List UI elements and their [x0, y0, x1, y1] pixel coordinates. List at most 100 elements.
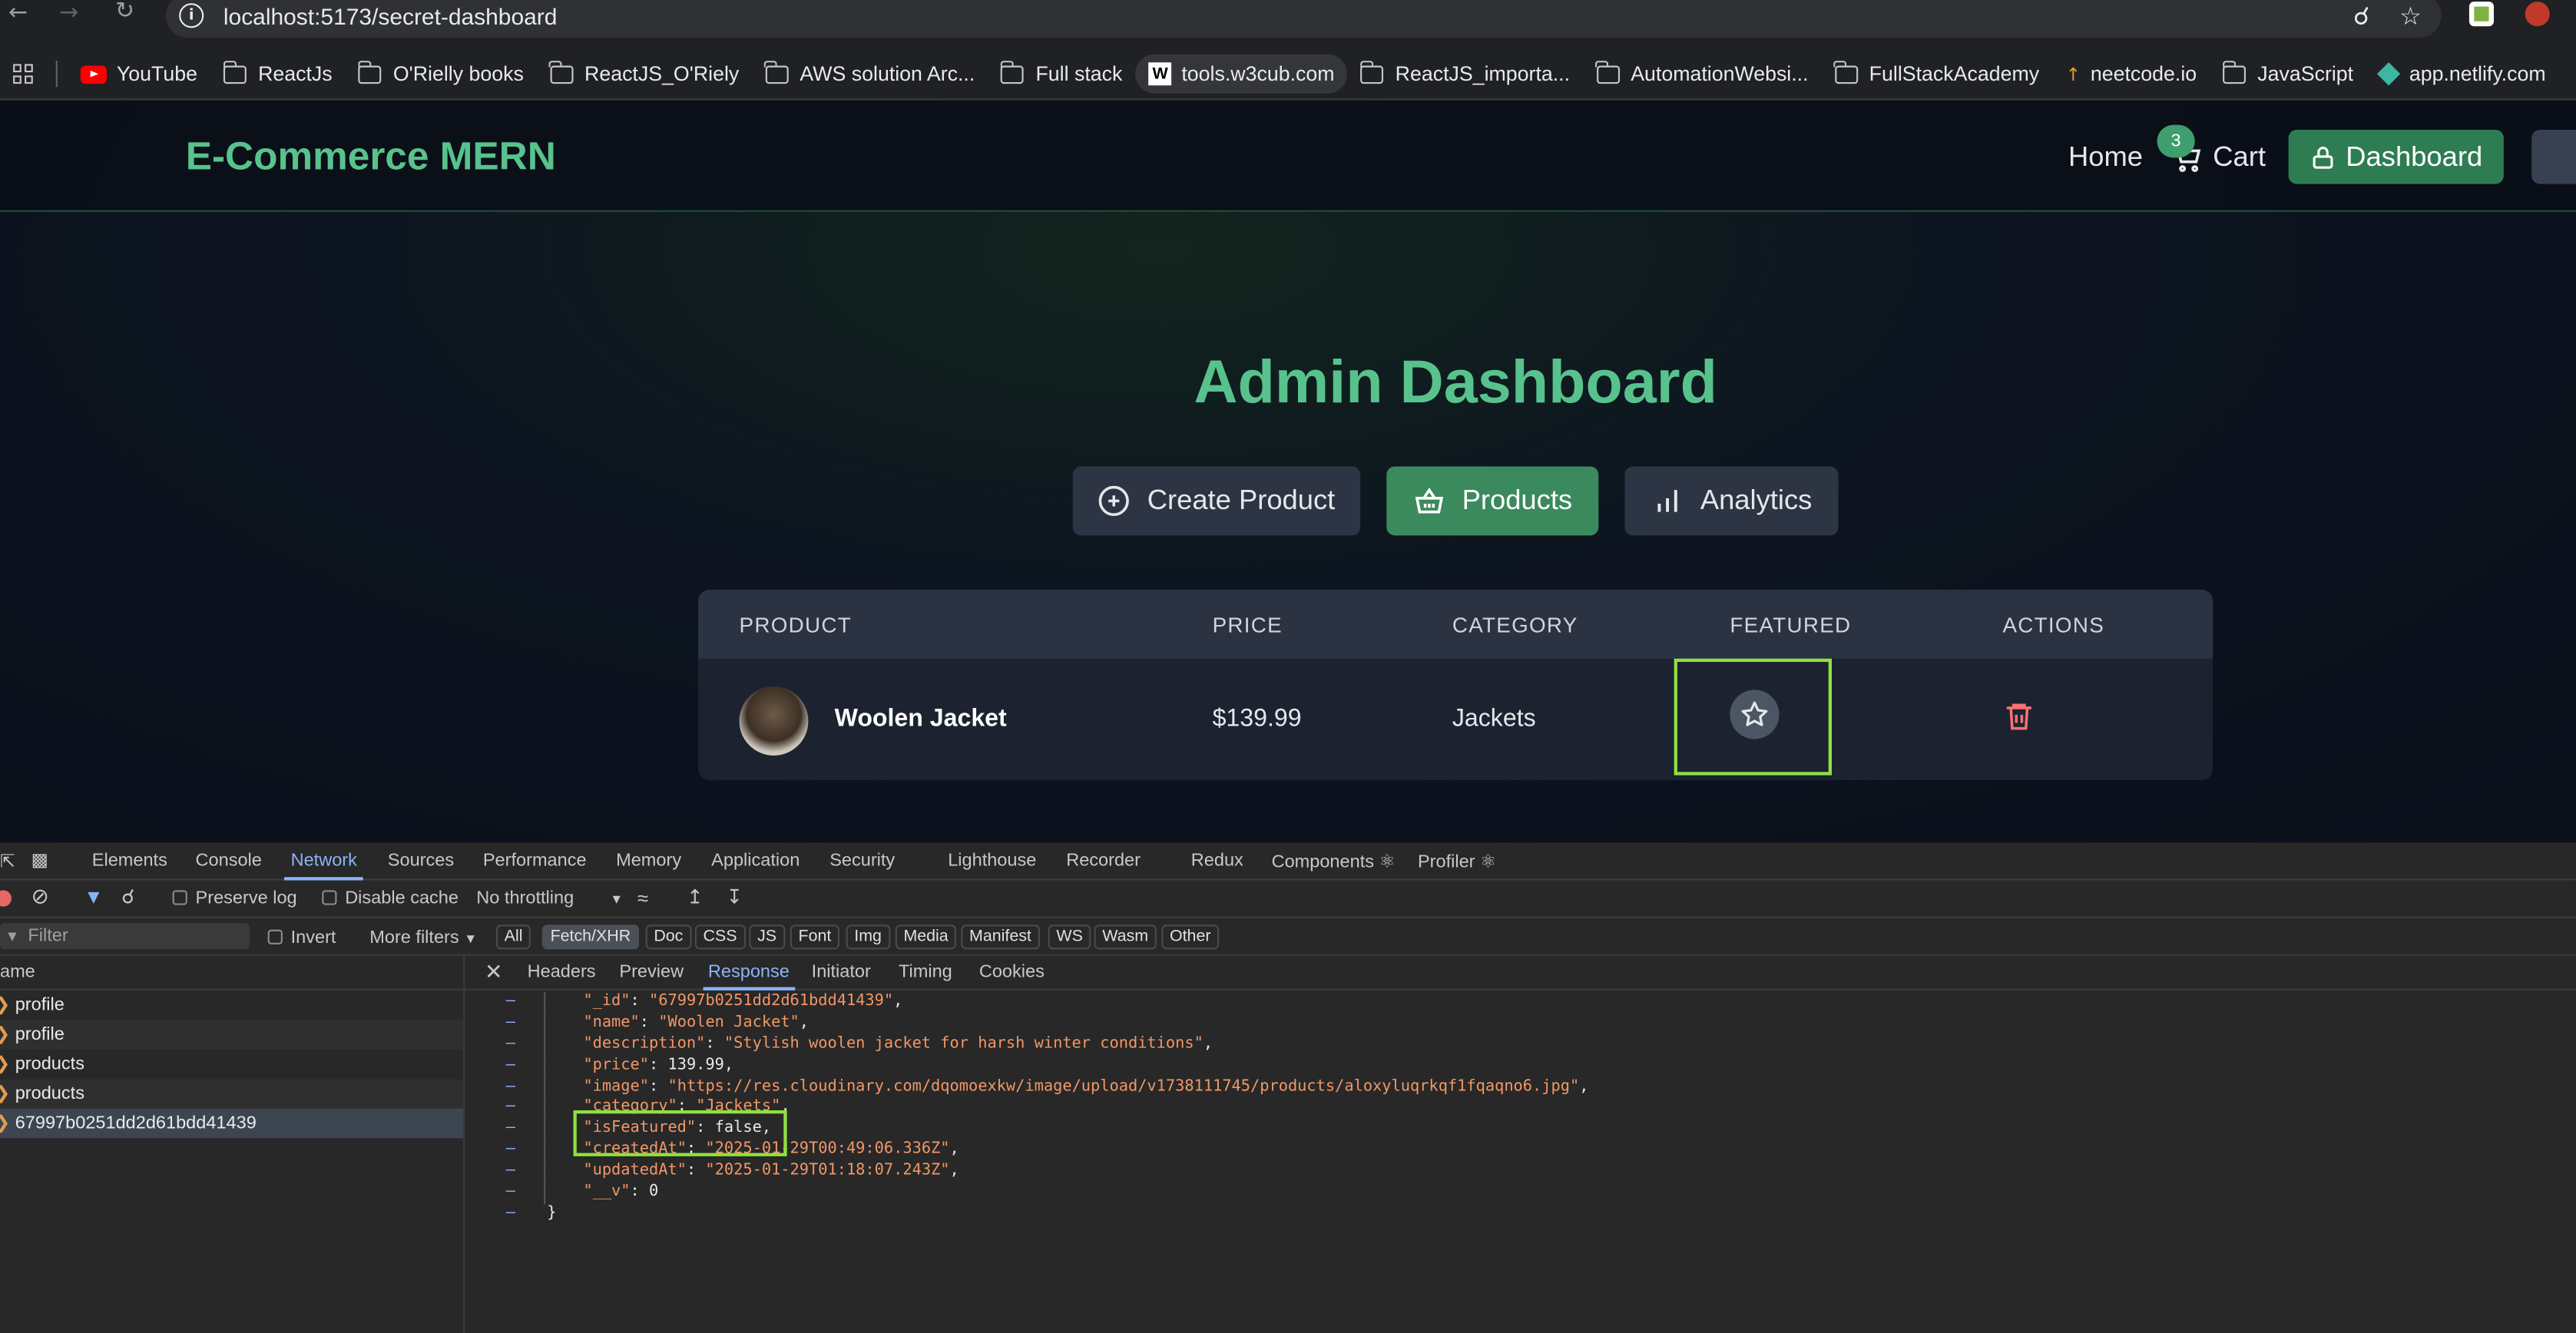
- filter-chip[interactable]: Wasm: [1094, 925, 1157, 950]
- dashboard-button[interactable]: Dashboard: [2288, 129, 2504, 184]
- bookmark-item[interactable]: FullStackAcademy: [1822, 55, 2053, 94]
- chevron-down-icon: ▼: [610, 891, 624, 907]
- bookmark-item[interactable]: ReactJS_O'Riely: [537, 55, 752, 94]
- devtools-tab[interactable]: Application: [711, 851, 800, 871]
- cart-count-badge: 3: [2157, 124, 2195, 158]
- bookmark-item[interactable]: ReactJs: [210, 55, 346, 94]
- throttling-select[interactable]: No throttling ▼: [476, 888, 623, 908]
- apps-grid-icon[interactable]: [13, 64, 33, 84]
- preserve-log-label: Preserve log: [195, 888, 297, 908]
- devtools-tab[interactable]: Security: [829, 851, 895, 871]
- detail-tab[interactable]: Response: [703, 962, 794, 991]
- devtools-tab[interactable]: Console: [196, 851, 262, 871]
- devtools-tab[interactable]: Profiler ⚛: [1418, 851, 1496, 872]
- request-row[interactable]: ❯products: [0, 1079, 464, 1109]
- device-toggle-icon[interactable]: ▩: [31, 849, 48, 871]
- indent-guide: [544, 1013, 546, 1035]
- site-info-icon[interactable]: i: [179, 3, 204, 28]
- brand-logo[interactable]: E-Commerce MERN: [186, 134, 556, 180]
- url-text[interactable]: localhost:5173/secret-dashboard: [223, 2, 558, 28]
- analytics-tab[interactable]: Analytics: [1624, 466, 1839, 536]
- detail-tab[interactable]: Headers: [528, 962, 596, 982]
- request-row[interactable]: ❯67997b0251dd2d61bdd41439: [0, 1108, 464, 1139]
- address-bar[interactable]: i localhost:5173/secret-dashboard ☌ ☆: [166, 0, 2442, 38]
- filter-chip[interactable]: Fetch/XHR: [541, 925, 639, 950]
- detail-tab[interactable]: Cookies: [979, 962, 1045, 982]
- zoom-icon[interactable]: ☌: [2353, 2, 2370, 31]
- devtools-tab[interactable]: Elements: [92, 851, 167, 871]
- devtools-tab[interactable]: Components ⚛: [1272, 851, 1396, 872]
- inspect-icon[interactable]: ⇱: [0, 851, 15, 872]
- bookmark-item[interactable]: Full stack: [988, 55, 1135, 94]
- products-tab[interactable]: Products: [1386, 466, 1599, 536]
- bookmark-item[interactable]: O'Rielly books: [346, 55, 537, 94]
- devtools-tab[interactable]: Recorder: [1066, 851, 1141, 871]
- detail-tab[interactable]: Preview: [619, 962, 684, 982]
- youtube-icon: [80, 64, 108, 84]
- bookmark-label: JavaScript: [2257, 62, 2354, 86]
- browser-toolbar: ← → ↻ i localhost:5173/secret-dashboard …: [0, 0, 2576, 50]
- request-row[interactable]: ❯products: [0, 1050, 463, 1080]
- filter-chip[interactable]: CSS: [694, 925, 746, 950]
- bookmark-item[interactable]: JavaScript: [2210, 55, 2366, 94]
- detail-tab[interactable]: Initiator: [812, 962, 871, 982]
- create-product-tab[interactable]: Create Product: [1072, 466, 1361, 536]
- bookmark-star-icon[interactable]: ☆: [2399, 2, 2422, 31]
- bookmark-item[interactable]: YouTube: [68, 55, 210, 94]
- filter-input[interactable]: ▼ Filter: [0, 923, 250, 950]
- reload-icon[interactable]: ↻: [107, 0, 143, 25]
- forward-icon[interactable]: →: [51, 0, 87, 26]
- request-row[interactable]: ❯profile: [0, 1020, 464, 1050]
- bookmark-item[interactable]: AutomationWebsi...: [1583, 55, 1821, 94]
- invert-checkbox[interactable]: Invert: [267, 928, 336, 948]
- upload-icon[interactable]: ↥: [687, 885, 704, 908]
- request-name: products: [15, 1054, 84, 1074]
- bookmark-item[interactable]: Wtools.w3cub.com: [1135, 54, 1348, 94]
- search-icon[interactable]: ☌: [121, 885, 134, 908]
- bookmark-label: app.netlify.com: [2409, 62, 2546, 86]
- delete-button[interactable]: [2002, 698, 2035, 743]
- folder-icon: [1359, 60, 1384, 84]
- request-list-header[interactable]: ame: [0, 956, 464, 991]
- devtools-tab[interactable]: Memory: [616, 851, 681, 871]
- preserve-log-checkbox[interactable]: Preserve log: [172, 888, 297, 908]
- filter-chip[interactable]: Doc: [645, 925, 692, 950]
- header-category: CATEGORY: [1452, 612, 1578, 637]
- chevron-down-icon: ▼: [464, 931, 478, 947]
- filter-icon[interactable]: ▼: [84, 885, 103, 908]
- devtools-tab[interactable]: Network: [283, 851, 365, 881]
- code-line: – "description": "Stylish woolen jacket f…: [465, 1034, 2576, 1056]
- bookmark-item[interactable]: AWS solution Arc...: [752, 55, 988, 94]
- clear-icon[interactable]: ⊘: [31, 885, 49, 910]
- devtools-tab[interactable]: Redux: [1191, 851, 1243, 871]
- profile-avatar[interactable]: [2525, 2, 2550, 27]
- filter-chip[interactable]: All: [495, 925, 531, 950]
- filter-chip[interactable]: Font: [790, 925, 840, 950]
- logout-button[interactable]: [2531, 129, 2576, 184]
- filter-chip[interactable]: Img: [846, 925, 890, 950]
- bookmark-item[interactable]: ReactJS_importa...: [1348, 55, 1584, 94]
- download-icon[interactable]: ↧: [726, 885, 743, 908]
- record-icon[interactable]: [0, 890, 12, 907]
- disable-cache-checkbox[interactable]: Disable cache: [322, 888, 459, 908]
- filter-chip[interactable]: Media: [895, 925, 957, 950]
- devtools-tab[interactable]: Lighthouse: [948, 851, 1036, 871]
- bookmark-item[interactable]: ↑ neetcode.io: [2052, 55, 2210, 94]
- request-row[interactable]: ❯profile: [0, 991, 463, 1020]
- more-filters-dropdown[interactable]: More filters ▼: [369, 928, 477, 948]
- network-conditions-icon[interactable]: ≈: [637, 887, 648, 910]
- filter-chip[interactable]: Other: [1161, 925, 1220, 950]
- filter-chip[interactable]: JS: [749, 925, 785, 950]
- throttling-value: No throttling: [476, 888, 574, 908]
- close-icon[interactable]: ✕: [485, 959, 502, 985]
- extension-icon[interactable]: [2468, 2, 2495, 27]
- devtools-tab[interactable]: Performance: [483, 851, 587, 871]
- filter-chip[interactable]: WS: [1048, 925, 1091, 950]
- dashboard-label: Dashboard: [2346, 140, 2483, 172]
- back-icon[interactable]: ←: [0, 0, 36, 26]
- nav-home-link[interactable]: Home: [2068, 141, 2143, 174]
- bookmark-item[interactable]: app.netlify.com: [2366, 55, 2559, 94]
- devtools-tab[interactable]: Sources: [388, 851, 454, 871]
- detail-tab[interactable]: Timing: [899, 962, 952, 982]
- filter-chip[interactable]: Manifest: [961, 925, 1040, 950]
